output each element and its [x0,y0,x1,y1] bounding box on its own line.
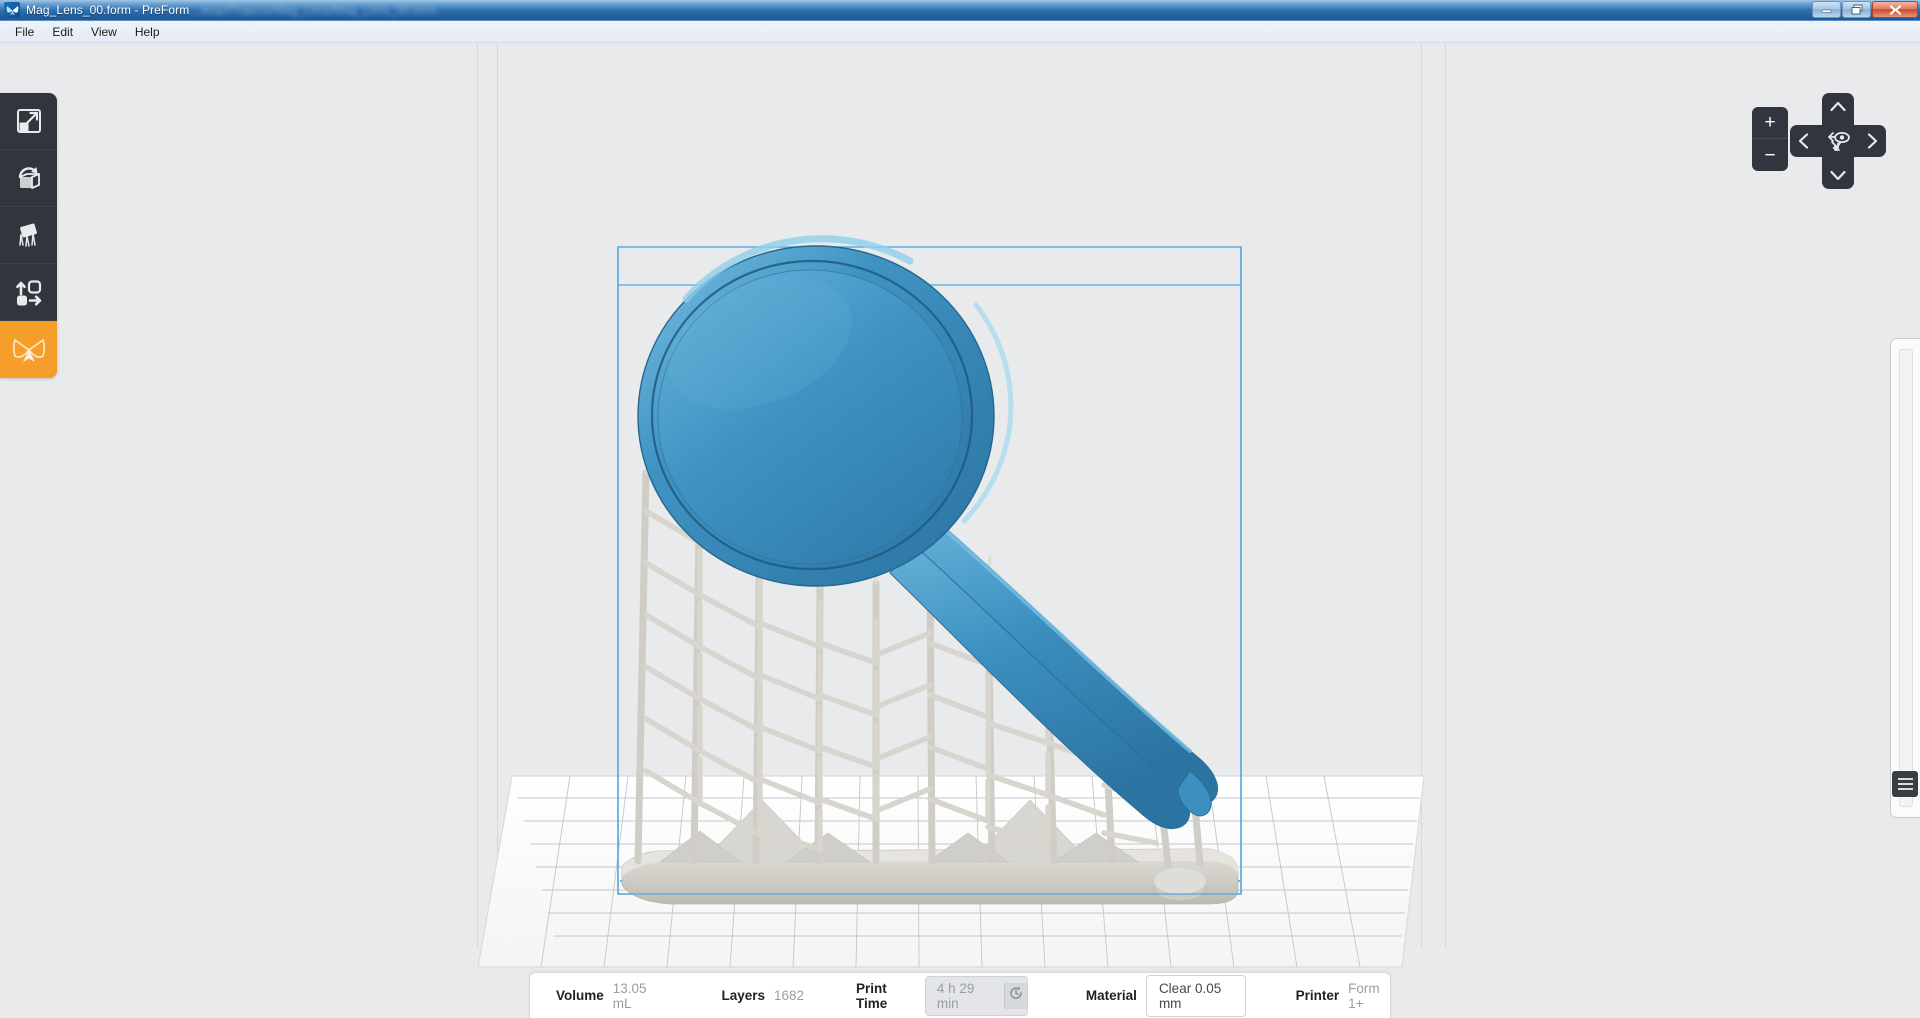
print-time-value: 4 h 29 min [936,980,975,1011]
zoom-out-button[interactable]: − [1752,139,1788,171]
handle-grip-line [1897,788,1913,790]
print-time-label: Print Time [856,980,888,1011]
refresh-clock-icon [1008,985,1024,1006]
viewport-3d[interactable]: + − [0,43,1920,971]
butterfly-icon [12,336,46,364]
orient-view-icon [1826,130,1850,152]
menu-bar: File Edit View Help [0,21,1920,43]
scale-icon [15,107,43,135]
material-label: Material [1085,988,1137,1003]
reset-view-button[interactable] [1822,125,1854,157]
window-title-bar[interactable]: Mag_Lens_00.form - PreForm ...ktop/Proje… [0,0,1920,21]
scene-3d-render [0,43,1920,971]
left-toolbar [0,93,57,378]
chevron-right-icon [1867,133,1878,149]
view-direction-pad [1790,93,1886,189]
layer-slider-panel[interactable] [1890,338,1920,818]
menu-file[interactable]: File [6,23,43,41]
printer-value: Form 1+ [1348,980,1380,1011]
status-volume: Volume 13.05 mL [556,981,659,1011]
layout-icon [14,278,44,306]
supports-icon [14,221,44,249]
chevron-left-icon [1798,133,1809,149]
sidebar-item-supports[interactable] [0,207,57,264]
print-time-refresh-button[interactable] [1003,982,1027,1009]
sidebar-item-print[interactable] [0,321,57,378]
minimize-button[interactable] [1812,1,1841,18]
print-time-pill: 4 h 29 min [924,975,1028,1016]
rotate-icon [14,164,44,192]
menu-edit[interactable]: Edit [43,23,82,41]
window-title: Mag_Lens_00.form - PreForm [26,3,190,17]
layer-slider-track[interactable] [1899,349,1913,807]
layer-slider-handle[interactable] [1892,771,1918,797]
status-material: Material Clear 0.05 mm [1085,974,1246,1017]
layers-value: 1682 [774,988,805,1003]
window-controls [1812,1,1918,18]
zoom-in-button[interactable]: + [1752,107,1788,139]
chevron-up-icon [1830,101,1846,112]
print-info-status-bar: Volume 13.05 mL Layers 1682 Print Time 4… [529,972,1391,1018]
status-layers: Layers 1682 [721,988,804,1003]
menu-view[interactable]: View [82,23,126,41]
volume-label: Volume [556,988,604,1003]
magnifier-lens [637,235,1014,587]
material-value-button[interactable]: Clear 0.05 mm [1145,974,1246,1017]
status-printer: Printer Form 1+ [1296,981,1390,1011]
window-title-blurred-path: ...ktop/Projects/Mag_Lens/Mag_Lens_00.fo… [191,3,437,17]
close-button[interactable] [1872,1,1918,18]
volume-value: 13.05 mL [612,980,647,1011]
sidebar-item-orientation[interactable] [0,150,57,207]
sidebar-item-size[interactable] [0,93,57,150]
chevron-down-icon [1830,170,1846,181]
restore-button[interactable] [1842,1,1871,18]
sidebar-item-layout[interactable] [0,264,57,321]
handle-grip-line [1897,783,1913,785]
zoom-controls: + − [1752,107,1788,171]
menu-help[interactable]: Help [126,23,169,41]
layers-label: Layers [721,988,765,1003]
app-icon [4,2,20,18]
handle-grip-line [1897,778,1913,780]
status-print-time: Print Time 4 h 29 min [856,975,1028,1016]
printer-label: Printer [1295,988,1340,1003]
